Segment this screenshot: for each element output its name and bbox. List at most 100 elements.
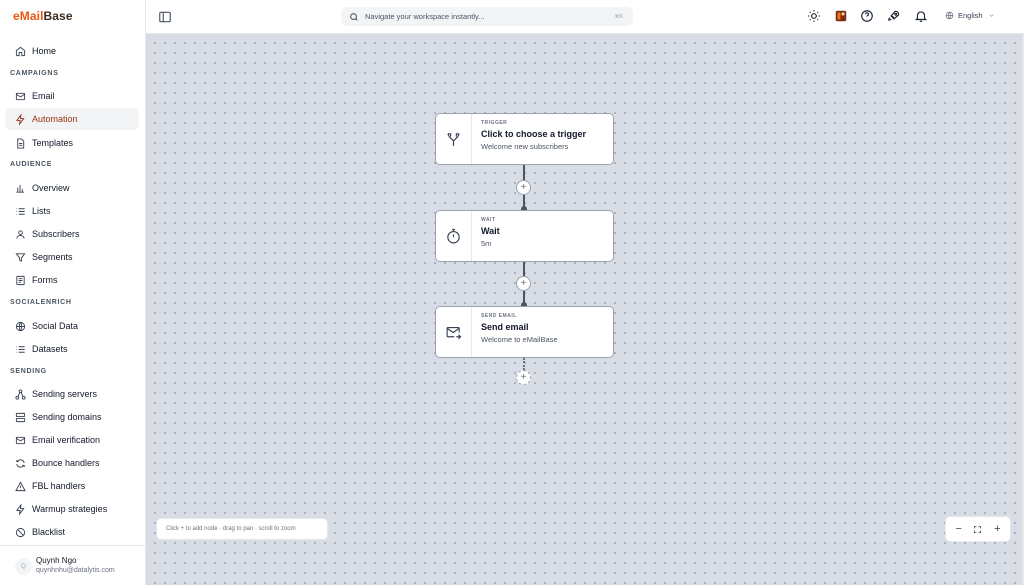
sidebar-item-label: Subscribers bbox=[32, 229, 80, 239]
node-kind: SEND EMAIL bbox=[481, 313, 517, 319]
search-shortcut: ⌘K bbox=[614, 13, 623, 20]
refresh-icon bbox=[16, 458, 25, 468]
send-email-node[interactable]: SEND EMAIL Send email Welcome to eMailBa… bbox=[435, 306, 614, 358]
sidebar-item-label: Sending servers bbox=[32, 389, 98, 399]
filter-icon bbox=[15, 252, 26, 262]
language-select[interactable]: English bbox=[945, 11, 995, 20]
list-icon bbox=[16, 345, 25, 353]
timer-icon bbox=[447, 228, 460, 243]
sidebar-item-label: Datasets bbox=[32, 344, 68, 354]
mail-send-icon bbox=[446, 326, 462, 339]
wait-node[interactable]: WAIT Wait 5m bbox=[435, 210, 614, 262]
sidebar-item-social-data[interactable]: Social Data bbox=[5, 315, 139, 337]
workflow-canvas[interactable]: TRIGGER Click to choose a trigger Welcom… bbox=[146, 34, 1022, 585]
sidebar-item-templates[interactable]: Templates bbox=[5, 132, 139, 154]
bolt-icon bbox=[15, 503, 25, 515]
sidebar-item-sending-domains[interactable]: Sending domains bbox=[5, 406, 139, 428]
sidebar-item-warmup-strategies[interactable]: Warmup strategies bbox=[5, 498, 139, 520]
form-icon bbox=[16, 275, 25, 285]
node-title: Wait bbox=[481, 226, 500, 236]
document-icon bbox=[17, 137, 25, 149]
brand-app-icon[interactable] bbox=[834, 9, 848, 23]
sidebar-item-label: Forms bbox=[32, 275, 58, 285]
bolt-icon bbox=[15, 113, 25, 125]
sidebar-item-label: Segments bbox=[32, 252, 73, 262]
zoom-in-button[interactable]: + bbox=[989, 523, 1005, 535]
globe-icon bbox=[945, 11, 954, 20]
sidebar-item-segments[interactable]: Segments bbox=[5, 246, 139, 268]
home-icon bbox=[15, 46, 26, 56]
user-name: Quynh Ngo bbox=[36, 556, 77, 565]
section-campaigns: CAMPAIGNS bbox=[10, 70, 59, 77]
connector-line bbox=[523, 358, 525, 370]
user-email: quynhnhu@datalytis.com bbox=[36, 567, 115, 574]
bell-icon[interactable] bbox=[914, 9, 928, 23]
node-subtitle: Welcome to eMailBase bbox=[481, 335, 558, 344]
node-kind: WAIT bbox=[481, 217, 496, 223]
list-icon bbox=[16, 207, 25, 215]
sidebar-item-fbl-handlers[interactable]: FBL handlers bbox=[5, 475, 139, 497]
mail-check-icon bbox=[15, 436, 26, 444]
fit-view-icon bbox=[974, 525, 982, 533]
node-kind: TRIGGER bbox=[481, 120, 508, 126]
sidebar-item-label: Overview bbox=[32, 183, 70, 193]
sidebar-item-email-verification[interactable]: Email verification bbox=[5, 429, 139, 451]
sidebar-item-blacklist[interactable]: Blacklist bbox=[5, 521, 139, 543]
sidebar-item-label: Sending domains bbox=[32, 412, 102, 422]
rocket-icon[interactable] bbox=[887, 9, 901, 23]
globe-icon bbox=[15, 321, 26, 331]
add-node-button[interactable]: + bbox=[516, 276, 531, 291]
sidebar-item-label: Templates bbox=[32, 138, 74, 148]
user-profile[interactable]: Q Quynh Ngo quynhnhu@datalytis.com bbox=[0, 545, 146, 585]
network-icon bbox=[15, 388, 26, 400]
zoom-controls: − + bbox=[945, 516, 1011, 542]
warning-icon bbox=[15, 480, 26, 491]
search-placeholder: Navigate your workspace instantly... bbox=[365, 12, 485, 21]
add-node-button[interactable]: + bbox=[516, 180, 531, 195]
sidebar-item-overview[interactable]: Overview bbox=[5, 177, 139, 199]
split-icon bbox=[447, 132, 460, 146]
help-icon[interactable] bbox=[860, 9, 874, 23]
sidebar-item-label: Warmup strategies bbox=[32, 504, 108, 514]
sidebar: eMailBase Home CAMPAIGNS Email Automatio… bbox=[0, 0, 146, 585]
zoom-out-button[interactable]: − bbox=[951, 523, 967, 535]
trigger-node[interactable]: TRIGGER Click to choose a trigger Welcom… bbox=[435, 113, 614, 165]
sidebar-item-lists[interactable]: Lists bbox=[5, 200, 139, 222]
sidebar-item-email[interactable]: Email bbox=[5, 85, 139, 107]
top-header: Navigate your workspace instantly... ⌘K … bbox=[146, 0, 1024, 34]
sidebar-item-home[interactable]: Home bbox=[5, 40, 139, 62]
app-logo[interactable]: eMailBase bbox=[13, 9, 73, 23]
sidebar-item-label: Blacklist bbox=[32, 527, 66, 537]
mail-icon bbox=[15, 92, 26, 100]
sidebar-item-label: Lists bbox=[32, 206, 51, 216]
sidebar-item-label: Automation bbox=[32, 114, 78, 124]
sidebar-item-subscribers[interactable]: Subscribers bbox=[5, 223, 139, 245]
add-node-button[interactable]: + bbox=[516, 370, 531, 385]
search-input[interactable]: Navigate your workspace instantly... ⌘K bbox=[341, 7, 633, 26]
canvas-hint: Click + to add node · drag to pan · scro… bbox=[156, 518, 328, 540]
bar-chart-icon bbox=[16, 184, 25, 193]
search-icon bbox=[350, 12, 358, 21]
node-subtitle: Welcome new subscribers bbox=[481, 142, 569, 151]
sidebar-item-label: Email bbox=[32, 91, 55, 101]
sidebar-item-label: Email verification bbox=[32, 435, 101, 445]
avatar: Q bbox=[15, 558, 32, 575]
server-icon bbox=[15, 412, 26, 422]
sidebar-item-forms[interactable]: Forms bbox=[5, 269, 139, 291]
sun-icon[interactable] bbox=[807, 9, 821, 23]
sidebar-item-sending-servers[interactable]: Sending servers bbox=[5, 383, 139, 405]
sidebar-item-datasets[interactable]: Datasets bbox=[5, 338, 139, 360]
sidebar-toggle-icon[interactable] bbox=[158, 10, 172, 24]
section-audience: AUDIENCE bbox=[10, 161, 53, 168]
fit-view-button[interactable] bbox=[970, 525, 986, 534]
sidebar-item-label: Home bbox=[32, 46, 57, 56]
chevron-down-icon bbox=[989, 14, 994, 17]
section-socialenrich: SOCIALENRICH bbox=[10, 299, 72, 306]
sidebar-item-label: Social Data bbox=[32, 321, 79, 331]
sidebar-item-label: FBL handlers bbox=[32, 481, 86, 491]
node-title: Click to choose a trigger bbox=[481, 129, 587, 139]
sidebar-item-label: Bounce handlers bbox=[32, 458, 100, 468]
sidebar-item-automation[interactable]: Automation bbox=[5, 108, 139, 130]
sidebar-item-bounce-handlers[interactable]: Bounce handlers bbox=[5, 452, 139, 474]
node-subtitle: 5m bbox=[481, 239, 492, 248]
